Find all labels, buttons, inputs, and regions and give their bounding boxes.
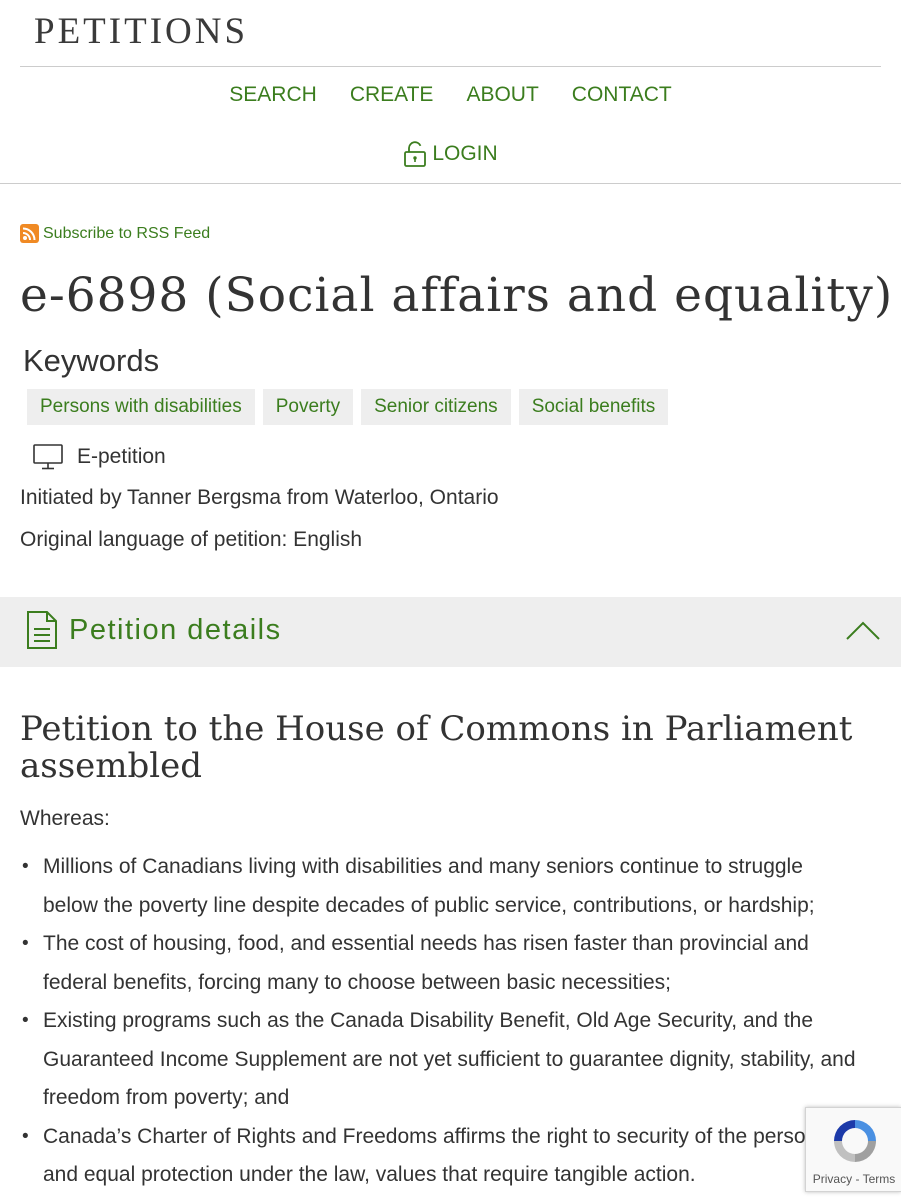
whereas-clauses: Millions of Canadians living with disabi… [22,848,858,1195]
keyword-tag[interactable]: Social benefits [518,389,669,425]
keyword-tag[interactable]: Poverty [262,389,354,425]
petition-title: e-6898 (Social affairs and equality) [20,268,894,323]
login-link[interactable]: LOGIN [0,140,901,168]
petition-type: E-petition [33,444,166,470]
header-bottom-border [0,183,901,184]
header-divider [20,66,881,67]
recaptcha-links: Privacy - Terms [806,1172,901,1186]
list-item: The cost of housing, food, and essential… [22,925,858,1002]
list-item: Existing programs such as the Canada Dis… [22,1002,858,1118]
list-item: Millions of Canadians living with disabi… [22,848,858,925]
original-language: Original language of petition: English [20,528,363,551]
login-label[interactable]: LOGIN [432,142,497,166]
rss-icon [20,224,39,243]
petition-body-heading: Petition to the House of Commons in Parl… [20,709,853,786]
nav-contact[interactable]: CONTACT [572,83,672,107]
monitor-icon [33,444,63,470]
rss-link[interactable]: Subscribe to RSS Feed [43,225,210,243]
recaptcha-icon [834,1120,876,1162]
recaptcha-separator: - [855,1172,860,1186]
keyword-tags: Persons with disabilities Poverty Senior… [27,389,669,425]
nav-create[interactable]: CREATE [350,83,434,107]
nav-search[interactable]: SEARCH [229,83,317,107]
petition-type-label: E-petition [77,445,166,468]
initiated-by: Initiated by Tanner Bergsma from Waterlo… [20,486,499,509]
rss-subscribe[interactable]: Subscribe to RSS Feed [20,224,210,243]
petition-details-label: Petition details [69,614,282,646]
nav-about[interactable]: ABOUT [466,83,538,107]
recaptcha-badge[interactable]: Privacy - Terms [805,1107,901,1192]
lock-icon [404,141,427,167]
keywords-heading: Keywords [23,343,160,378]
recaptcha-privacy-link[interactable]: Privacy [813,1172,852,1186]
list-item: Canada’s Charter of Rights and Freedoms … [22,1118,858,1195]
recaptcha-terms-link[interactable]: Terms [863,1172,896,1186]
keyword-tag[interactable]: Persons with disabilities [27,389,255,425]
keyword-tag[interactable]: Senior citizens [361,389,511,425]
main-nav: SEARCH CREATE ABOUT CONTACT [0,83,901,107]
whereas-label: Whereas: [20,807,110,830]
petition-details-toggle[interactable]: Petition details [0,597,901,667]
site-title[interactable]: PETITIONS [34,10,248,53]
chevron-up-icon[interactable] [845,619,881,641]
document-icon [27,611,57,649]
